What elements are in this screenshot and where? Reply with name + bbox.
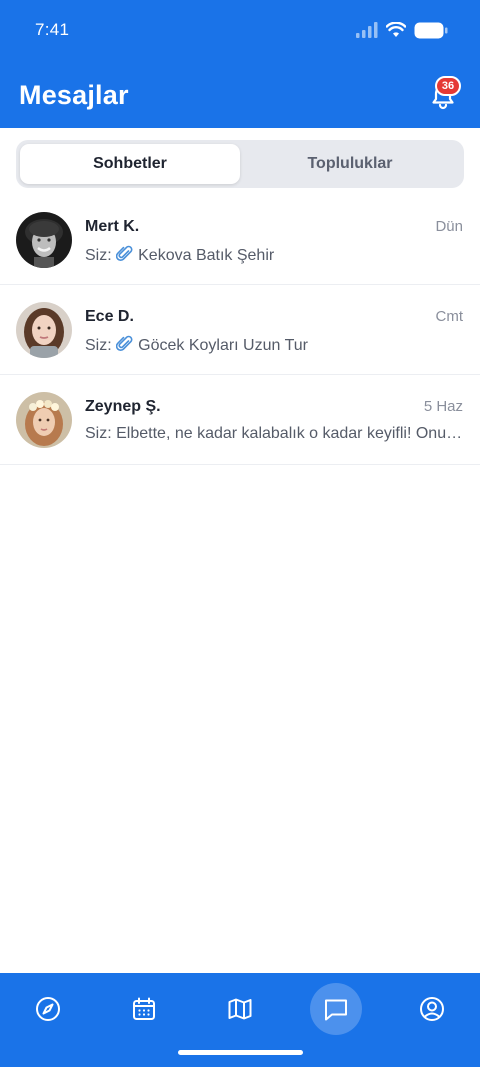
chat-list: Mert K. Dün Siz: Kekova Batık Şehir Ece … <box>0 195 480 465</box>
avatar <box>16 212 72 268</box>
chat-time: Dün <box>435 218 463 235</box>
preview-text: Kekova Batık Şehir <box>138 247 275 264</box>
chat-item[interactable]: Zeynep Ş. 5 Haz Siz: Elbette, ne kadar k… <box>0 375 480 465</box>
nav-map[interactable] <box>216 985 264 1033</box>
preview-text: Elbette, ne kadar kalabalık o kadar keyi… <box>116 425 463 442</box>
nav-messages[interactable] <box>310 983 362 1035</box>
tab-sohbetler[interactable]: Sohbetler <box>20 144 240 184</box>
profile-icon <box>420 997 444 1021</box>
chat-name: Ece D. <box>85 308 134 325</box>
avatar <box>16 302 72 358</box>
status-icons <box>356 20 448 40</box>
nav-profile[interactable] <box>408 985 456 1033</box>
chat-item[interactable]: Ece D. Cmt Siz: Göcek Koyları Uzun Tur <box>0 285 480 375</box>
compass-icon <box>36 997 60 1021</box>
tab-switcher: Sohbetler Topluluklar <box>16 140 464 188</box>
preview-prefix: Siz: <box>85 337 112 354</box>
preview-prefix: Siz: <box>85 247 112 264</box>
map-icon <box>228 998 252 1020</box>
nav-calendar[interactable] <box>120 985 168 1033</box>
paperclip-icon <box>116 245 133 261</box>
battery-icon <box>414 22 448 38</box>
chat-item[interactable]: Mert K. Dün Siz: Kekova Batık Şehir <box>0 195 480 285</box>
status-time: 7:41 <box>35 20 70 39</box>
page-title: Mesajlar <box>19 80 129 110</box>
chat-preview: Siz: Göcek Koyları Uzun Tur <box>85 335 463 355</box>
chat-name: Mert K. <box>85 218 140 235</box>
chat-preview: Siz: Elbette, ne kadar kalabalık o kadar… <box>85 425 463 443</box>
chat-name: Zeynep Ş. <box>85 398 161 415</box>
signal-icon <box>356 22 378 38</box>
chat-preview: Siz: Kekova Batık Şehir <box>85 245 463 265</box>
preview-text: Göcek Koyları Uzun Tur <box>138 337 308 354</box>
chat-time: 5 Haz <box>423 398 463 415</box>
paperclip-icon <box>116 335 133 351</box>
calendar-icon <box>133 997 155 1020</box>
app-header: 7:41 Mesajlar 36 <box>0 0 480 128</box>
home-indicator <box>178 1050 303 1055</box>
preview-prefix: Siz: <box>85 425 112 442</box>
notification-badge: 36 <box>435 76 461 96</box>
status-bar: 7:41 <box>0 0 480 60</box>
avatar <box>16 392 72 448</box>
chat-time: Cmt <box>435 308 464 325</box>
tab-topluluklar[interactable]: Topluluklar <box>240 144 460 184</box>
nav-explore[interactable] <box>24 985 72 1033</box>
chat-icon <box>325 999 347 1021</box>
wifi-icon <box>386 22 406 37</box>
